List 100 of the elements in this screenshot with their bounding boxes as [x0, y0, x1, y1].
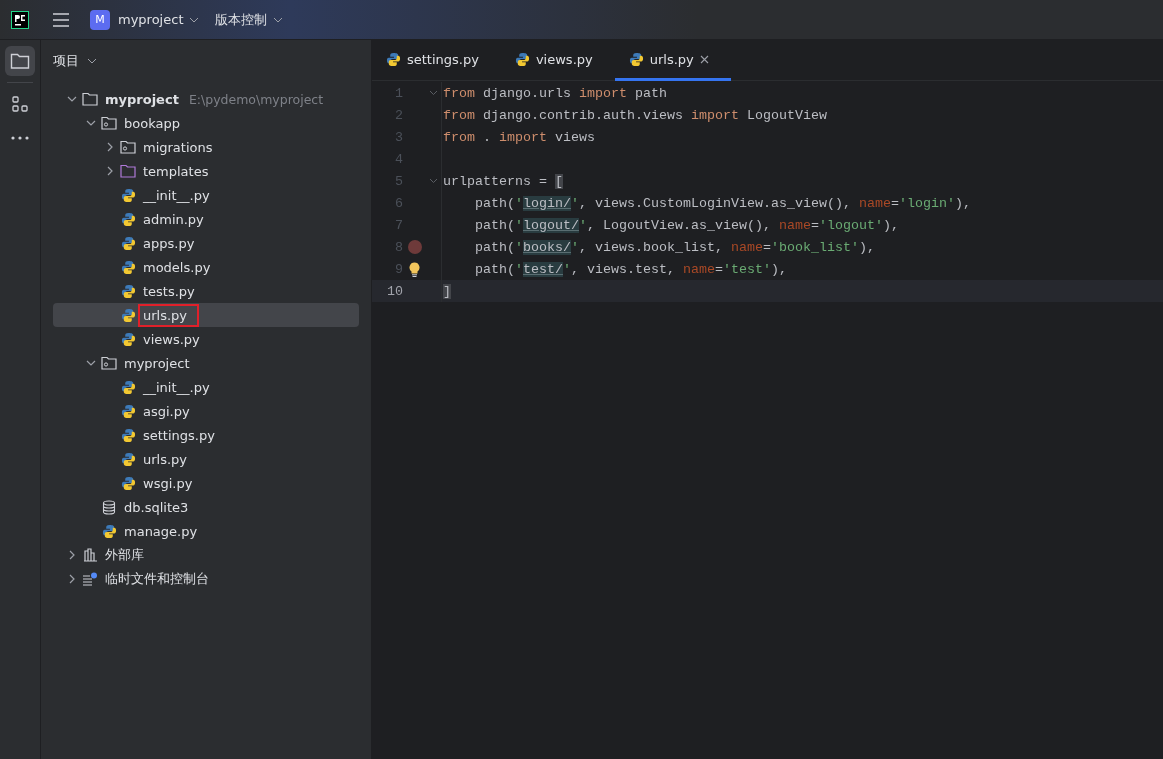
chevron-down-icon[interactable] — [86, 358, 96, 368]
lightbulb-icon[interactable] — [409, 261, 420, 277]
tree-item[interactable]: 临时文件和控制台 — [53, 567, 359, 591]
chevron-right-icon[interactable] — [105, 166, 115, 176]
file-name: migrations — [142, 138, 214, 157]
fold-icon[interactable] — [429, 178, 438, 184]
tree-item[interactable]: __init__.py — [53, 375, 359, 399]
file-name: db.sqlite3 — [123, 498, 190, 517]
tab-label: urls.py — [649, 51, 694, 67]
editor-tab[interactable]: urls.py — [614, 40, 731, 81]
python-file-icon — [120, 451, 136, 467]
python-file-icon — [120, 331, 136, 347]
folder-icon — [10, 52, 30, 70]
tree-item[interactable]: bookapp — [53, 111, 359, 135]
code-line: path('books/', views.book_list, name='book_list'), — [474, 239, 875, 255]
vcs-menu[interactable]: 版本控制 — [209, 6, 290, 33]
tree-item[interactable]: urls.py — [53, 303, 359, 327]
menu-icon[interactable] — [52, 12, 70, 27]
folder-icon — [120, 164, 136, 178]
scratch-icon — [82, 572, 98, 586]
code-line: urlpatterns = [ — [442, 173, 563, 189]
tree-item[interactable]: manage.py — [53, 519, 359, 543]
tree-item[interactable]: myproject E:\pydemo\myproject — [53, 87, 359, 111]
chevron-down-icon[interactable] — [86, 118, 96, 128]
file-name: asgi.py — [142, 402, 191, 421]
project-path: E:\pydemo\myproject — [188, 91, 324, 107]
python-file-icon — [120, 211, 136, 227]
file-name: bookapp — [123, 114, 181, 133]
file-name: urls.py — [142, 450, 189, 469]
file-name: 临时文件和控制台 — [104, 570, 210, 588]
python-file-icon — [386, 51, 401, 67]
file-name: templates — [142, 162, 210, 181]
file-name: views.py — [142, 330, 201, 349]
structure-icon — [11, 95, 29, 113]
code-line: from django.urls import path — [442, 85, 667, 101]
project-view-title[interactable]: 项目 — [41, 40, 97, 82]
python-file-icon — [514, 51, 530, 67]
tree-item[interactable]: tests.py — [53, 279, 359, 303]
database-icon — [102, 499, 116, 515]
tree-item[interactable]: asgi.py — [53, 399, 359, 423]
tree-item[interactable]: __init__.py — [53, 183, 359, 207]
file-name: settings.py — [142, 426, 216, 445]
chevron-right-icon[interactable] — [67, 574, 77, 584]
tree-item[interactable]: views.py — [53, 327, 359, 351]
chevron-right-icon[interactable] — [67, 550, 77, 560]
chevron-down-icon[interactable] — [273, 16, 284, 23]
python-file-icon — [120, 283, 136, 299]
tree-item[interactable]: settings.py — [53, 423, 359, 447]
code-line: from . import views — [442, 129, 595, 145]
file-name: myproject — [104, 90, 180, 109]
file-name: __init__.py — [142, 378, 211, 397]
close-icon[interactable] — [699, 54, 709, 64]
code-line: path('test/', views.test, name='test'), — [474, 261, 787, 277]
file-name: myproject — [123, 354, 191, 373]
file-name: admin.py — [142, 210, 205, 229]
module-folder-icon — [120, 140, 136, 154]
module-folder-icon — [101, 116, 117, 130]
python-file-icon — [120, 235, 136, 251]
tree-item[interactable]: wsgi.py — [53, 471, 359, 495]
project-selector[interactable]: M myproject — [84, 5, 206, 34]
file-name: apps.py — [142, 234, 196, 253]
tree-item[interactable]: urls.py — [53, 447, 359, 471]
folder-icon — [82, 92, 98, 106]
python-file-icon — [120, 307, 136, 323]
python-file-icon — [120, 187, 136, 203]
file-name: manage.py — [123, 522, 199, 541]
chevron-down-icon[interactable] — [87, 58, 97, 64]
chevron-down-icon[interactable] — [67, 94, 77, 104]
tab-label: settings.py — [407, 51, 479, 67]
file-name: tests.py — [142, 282, 196, 301]
tree-item[interactable]: myproject — [53, 351, 359, 375]
fold-icon[interactable] — [429, 90, 438, 96]
editor-tab[interactable]: views.py — [500, 40, 615, 81]
tree-item[interactable]: templates — [53, 159, 359, 183]
python-file-icon — [101, 523, 117, 539]
editor-tab[interactable]: settings.py — [372, 40, 501, 81]
tree-item[interactable]: apps.py — [53, 231, 359, 255]
tree-item[interactable]: models.py — [53, 255, 359, 279]
tree-item[interactable]: db.sqlite3 — [53, 495, 359, 519]
tree-item[interactable]: admin.py — [53, 207, 359, 231]
python-file-icon — [628, 51, 644, 67]
project-tool-button[interactable] — [5, 46, 35, 76]
chevron-down-icon[interactable] — [189, 16, 200, 23]
code-line: path('login/', views.CustomLoginView.as_view(), name='login'), — [474, 195, 971, 211]
tab-label: views.py — [535, 51, 593, 67]
file-name: wsgi.py — [142, 474, 194, 493]
file-name: 外部库 — [104, 546, 145, 564]
library-icon — [82, 548, 98, 562]
python-file-icon — [120, 379, 136, 395]
code-line: path('logout/', LogoutView.as_view(), name='logout'), — [474, 217, 899, 233]
app-logo-icon[interactable] — [11, 10, 29, 29]
chevron-right-icon[interactable] — [105, 142, 115, 152]
tree-item[interactable]: migrations — [53, 135, 359, 159]
file-name: __init__.py — [142, 186, 211, 205]
code-line: from django.contrib.auth.views import LogoutView — [442, 107, 827, 123]
python-file-icon — [120, 427, 136, 443]
python-file-icon — [120, 475, 136, 491]
line-number: 10 — [386, 283, 403, 299]
file-name: urls.py — [138, 303, 200, 327]
tree-item[interactable]: 外部库 — [53, 543, 359, 567]
